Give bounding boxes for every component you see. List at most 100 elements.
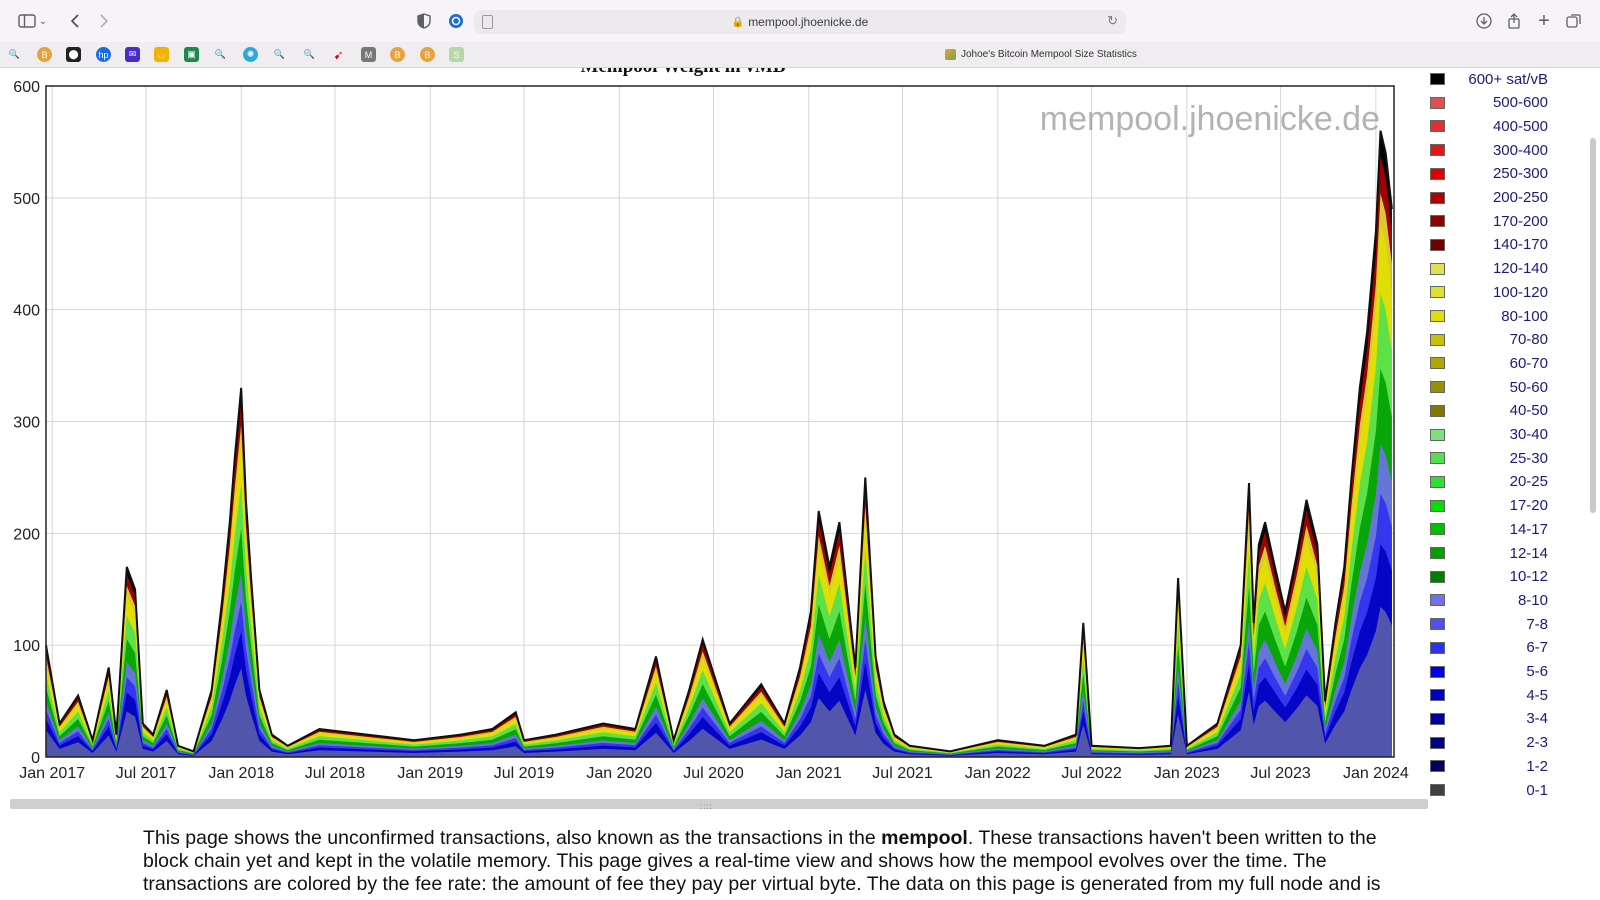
address-bar[interactable]: 🔒 mempool.jhoenicke.de ↻ (474, 10, 1126, 34)
share-icon[interactable] (1503, 10, 1525, 32)
extension-icon[interactable] (445, 10, 467, 32)
bookmark-green-icon[interactable]: ▣ (184, 47, 199, 62)
y-tick-label: 200 (13, 526, 40, 543)
legend-item[interactable]: 500-600 (1430, 94, 1548, 112)
legend-item[interactable]: 50-60 (1430, 379, 1548, 396)
new-tab-icon[interactable]: + (1533, 10, 1555, 32)
bookmark-lock-icon[interactable]: ⬤ (66, 47, 81, 62)
legend-swatch (1430, 689, 1445, 702)
legend-swatch (1430, 310, 1445, 322)
page-content: Mempool Weight in vMB mempool.jhoenicke.… (0, 68, 1600, 900)
bookmark-search-icon-3[interactable]: 🔍 (272, 47, 287, 62)
legend-item[interactable]: 250-300 (1430, 165, 1548, 183)
legend-item[interactable]: 7-8 (1430, 616, 1548, 633)
legend-item[interactable]: 140-170 (1430, 236, 1548, 254)
legend-item[interactable]: 17-20 (1430, 497, 1548, 514)
legend-swatch (1430, 404, 1445, 417)
bookmark-search-icon[interactable]: 🔍 (7, 47, 22, 62)
legend-label: 4-5 (1526, 686, 1548, 704)
bookmark-coin-icon-2[interactable]: B (390, 47, 405, 62)
sidebar-icon[interactable] (16, 10, 38, 32)
legend-item[interactable]: 600+ sat/vB (1430, 71, 1548, 88)
legend-item[interactable]: 0-1 (1430, 782, 1548, 799)
shield-icon[interactable] (413, 10, 435, 32)
legend-label: 170-200 (1492, 212, 1548, 230)
legend-label: 25-30 (1509, 449, 1548, 467)
bookmark-m-icon[interactable]: M (361, 47, 376, 62)
x-tick-label: Jan 2022 (965, 765, 1031, 782)
x-tick-label: Jul 2022 (1061, 765, 1122, 782)
legend-swatch (1430, 523, 1445, 536)
bookmark-yellow-icon[interactable]: ◡ (154, 47, 169, 62)
legend-item[interactable]: 200-250 (1430, 189, 1548, 206)
legend-label: 250-300 (1492, 165, 1548, 183)
legend-item[interactable]: 300-400 (1430, 141, 1548, 159)
legend-swatch (1430, 665, 1445, 678)
bookmark-coin-icon[interactable]: B (37, 47, 52, 62)
bookmark-s-icon[interactable]: S (449, 47, 464, 62)
reload-icon[interactable]: ↻ (1107, 13, 1118, 29)
legend-swatch (1430, 215, 1445, 228)
legend-item[interactable]: 10-12 (1430, 568, 1548, 585)
legend-item[interactable]: 30-40 (1430, 426, 1548, 443)
x-tick-label: Jul 2023 (1250, 765, 1311, 782)
chevron-down-icon[interactable]: ⌄ (36, 10, 50, 32)
legend-item[interactable]: 6-7 (1430, 639, 1548, 657)
legend-item[interactable]: 20-25 (1430, 473, 1548, 490)
bookmarks-bar: 🔍 B ⬤ hp ✉ ◡ ▣ 🔍 ✺ 🔍 🔍 ➹ M B B S (0, 42, 1600, 68)
legend-item[interactable]: 4-5 (1430, 686, 1548, 704)
bookmark-hp-icon[interactable]: hp (96, 47, 111, 62)
x-tick-label: Jul 2020 (683, 765, 744, 782)
bookmark-search-icon-2[interactable]: 🔍 (213, 47, 228, 62)
bookmark-coin-icon-3[interactable]: B (420, 47, 435, 62)
bookmark-swoosh-icon[interactable]: ➹ (331, 47, 346, 62)
legend-label: 300-400 (1492, 141, 1548, 159)
forward-icon[interactable] (93, 10, 115, 32)
legend-label: 500-600 (1492, 94, 1548, 112)
legend-item[interactable]: 14-17 (1430, 521, 1548, 538)
legend-swatch (1430, 760, 1445, 773)
y-tick-label: 300 (13, 415, 40, 432)
active-tab[interactable]: Johoe's Bitcoin Mempool Size Statistics (945, 49, 1137, 60)
legend-label: 400-500 (1492, 117, 1548, 135)
horizontal-scrollbar[interactable] (10, 799, 1428, 809)
legend-item[interactable]: 70-80 (1430, 331, 1548, 349)
scroll-grip[interactable]: :::: (700, 802, 713, 811)
legend-item[interactable]: 8-10 (1430, 591, 1548, 609)
legend-item[interactable]: 400-500 (1430, 117, 1548, 135)
legend-item[interactable]: 80-100 (1430, 308, 1548, 325)
legend-item[interactable]: 100-120 (1430, 284, 1548, 301)
legend-swatch (1430, 357, 1445, 370)
legend-item[interactable]: 2-3 (1430, 734, 1548, 751)
legend-item[interactable]: 40-50 (1430, 402, 1548, 419)
vertical-scrollbar[interactable] (1590, 138, 1596, 513)
legend-label: 120-140 (1492, 260, 1548, 278)
legend-swatch (1430, 262, 1445, 275)
bookmark-gear-icon[interactable]: ✺ (243, 47, 258, 62)
legend-item[interactable]: 5-6 (1430, 663, 1548, 680)
legend-label: 200-250 (1492, 189, 1548, 206)
legend-swatch (1430, 475, 1445, 488)
legend-item[interactable]: 25-30 (1430, 449, 1548, 467)
legend-label: 140-170 (1492, 236, 1548, 254)
legend-item[interactable]: 12-14 (1430, 545, 1548, 562)
browser-toolbar: ⌄ 🔒 mempool.jhoenicke.de ↻ + (0, 0, 1600, 42)
legend-item[interactable]: 60-70 (1430, 355, 1548, 372)
legend-item[interactable]: 170-200 (1430, 212, 1548, 230)
download-icon[interactable] (1473, 10, 1495, 32)
bookmark-search-icon-4[interactable]: 🔍 (302, 47, 317, 62)
legend-label: 6-7 (1526, 639, 1548, 657)
back-icon[interactable] (64, 10, 86, 32)
legend-swatch (1430, 570, 1445, 583)
legend-swatch (1430, 120, 1445, 133)
legend-label: 8-10 (1517, 591, 1548, 609)
y-tick-label: 600 (13, 79, 40, 96)
legend-item[interactable]: 120-140 (1430, 260, 1548, 278)
bookmark-mail-icon[interactable]: ✉ (125, 47, 140, 62)
legend-swatch (1430, 96, 1445, 109)
legend-label: 70-80 (1509, 331, 1548, 349)
y-axis: 0100200300400500600 (13, 79, 40, 767)
tab-overview-icon[interactable] (1563, 10, 1585, 32)
legend-item[interactable]: 3-4 (1430, 710, 1548, 727)
legend-item[interactable]: 1-2 (1430, 758, 1548, 775)
